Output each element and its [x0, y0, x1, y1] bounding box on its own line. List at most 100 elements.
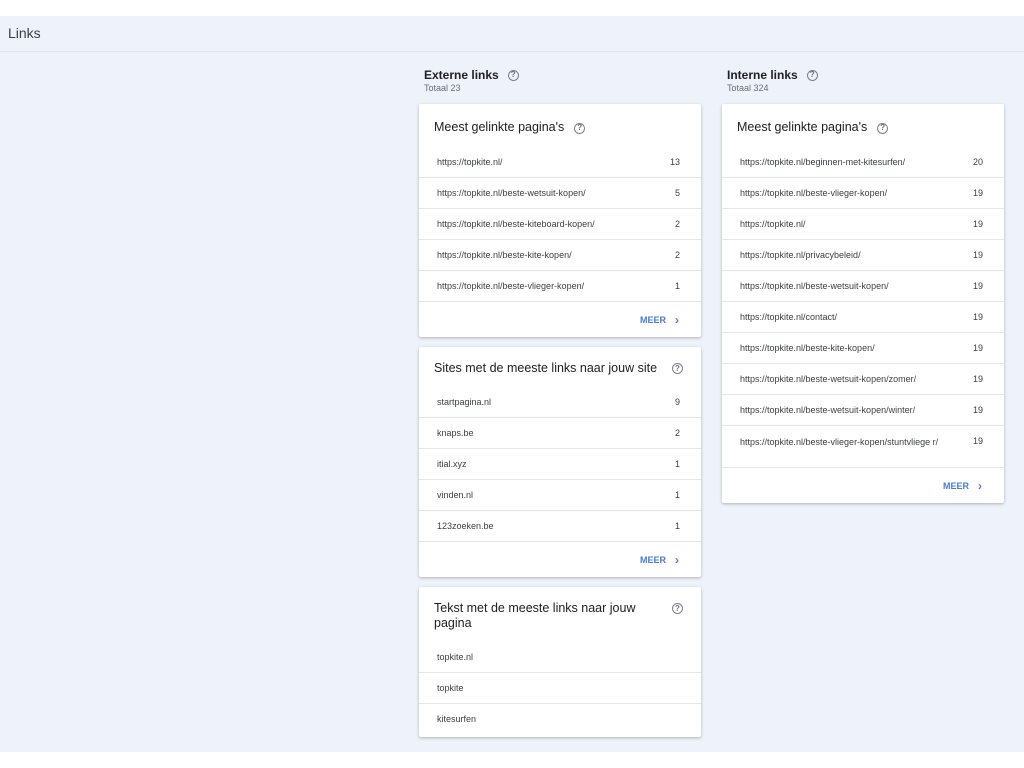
- table-row[interactable]: topkite.nl: [419, 641, 701, 672]
- row-url: https://topkite.nl/: [437, 156, 503, 167]
- row-count: 2: [674, 428, 680, 438]
- row-count: 19: [972, 312, 983, 322]
- table-row[interactable]: https://topkite.nl/beste-wetsuit-kopen/z…: [722, 363, 1004, 394]
- row-count: 2: [674, 219, 680, 229]
- row-url: https://topkite.nl/beste-wetsuit-kopen/z…: [740, 374, 917, 384]
- row-count: 19: [972, 436, 983, 446]
- page-header: Links: [0, 16, 1024, 52]
- row-count: 13: [669, 156, 680, 167]
- row-count: 19: [972, 374, 983, 384]
- row-count: 19: [972, 250, 983, 260]
- row-count: 20: [972, 156, 983, 167]
- table-row[interactable]: https://topkite.nl/beste-vlieger-kopen/1…: [722, 177, 1004, 208]
- row-count: 1: [674, 521, 680, 531]
- help-icon[interactable]: ?: [672, 603, 683, 614]
- row-url: https://topkite.nl/: [740, 219, 806, 229]
- row-url: https://topkite.nl/beste-wetsuit-kopen/: [740, 281, 889, 291]
- row-anchor-text: kitesurfen: [437, 714, 477, 724]
- external-links-total: Totaal 23: [424, 83, 461, 93]
- external-links-title: Externe links: [424, 68, 499, 82]
- row-site: startpagina.nl: [437, 396, 492, 407]
- row-count: 1: [674, 459, 680, 469]
- bottom-strip: [0, 752, 1024, 768]
- more-label: MEER: [639, 554, 666, 565]
- card-title: Sites met de meeste links naar jouw site: [434, 361, 658, 375]
- row-count: 1: [674, 490, 680, 500]
- more-label: MEER: [942, 480, 969, 491]
- card-title: Meest gelinkte pagina's: [737, 120, 868, 134]
- row-url: https://topkite.nl/contact/: [740, 312, 838, 322]
- table-row[interactable]: https://topkite.nl/beste-kite-kopen/2: [419, 239, 701, 270]
- external-links-header: Externe links ? Totaal 23: [419, 68, 701, 104]
- help-icon[interactable]: ?: [877, 122, 889, 134]
- row-count: 19: [972, 219, 983, 229]
- row-url: https://topkite.nl/beste-kiteboard-kopen…: [437, 219, 595, 229]
- external-top-text-card: Tekst met de meeste links naar jouw pagi…: [419, 587, 701, 737]
- row-site: knaps.be: [437, 428, 474, 438]
- card-title: Meest gelinkte pagina's: [434, 120, 565, 134]
- row-url: https://topkite.nl/beste-kite-kopen/: [740, 343, 875, 353]
- row-count: 2: [674, 250, 680, 260]
- row-url: https://topkite.nl/beste-kite-kopen/: [437, 250, 572, 260]
- row-url: https://topkite.nl/beste-wetsuit-kopen/w…: [740, 405, 916, 415]
- more-label: MEER: [639, 314, 666, 325]
- table-row[interactable]: https://topkite.nl/privacybeleid/19: [722, 239, 1004, 270]
- row-url: https://topkite.nl/beste-vlieger-kopen/: [437, 281, 585, 291]
- row-url: https://topkite.nl/privacybeleid/: [740, 250, 861, 260]
- row-site: itial.xyz: [437, 459, 467, 469]
- row-count: 9: [674, 396, 680, 407]
- table-row[interactable]: https://topkite.nl/beste-kite-kopen/19: [722, 332, 1004, 363]
- row-url: https://topkite.nl/beste-wetsuit-kopen/: [437, 188, 586, 198]
- row-anchor-text: topkite: [437, 683, 464, 693]
- internal-top-pages-card: Meest gelinkte pagina's? https://topkite…: [722, 104, 1004, 503]
- more-button[interactable]: MEER ›: [640, 313, 679, 327]
- table-row[interactable]: https://topkite.nl/beste-vlieger-kopen/1: [419, 270, 701, 301]
- table-row[interactable]: kitesurfen: [419, 703, 701, 734]
- internal-links-title: Interne links: [727, 68, 798, 82]
- table-row[interactable]: knaps.be 2: [419, 417, 701, 448]
- table-row[interactable]: https://topkite.nl/contact/19: [722, 301, 1004, 332]
- help-icon[interactable]: ?: [574, 122, 586, 134]
- table-row[interactable]: topkite: [419, 672, 701, 703]
- external-top-sites-card: Sites met de meeste links naar jouw site…: [419, 347, 701, 577]
- more-button[interactable]: MEER ›: [640, 553, 679, 567]
- row-count: 19: [972, 281, 983, 291]
- help-icon[interactable]: ?: [672, 363, 683, 374]
- chevron-right-icon: ›: [675, 312, 679, 327]
- table-row[interactable]: https://topkite.nl/beste-kiteboard-kopen…: [419, 208, 701, 239]
- page-title: Links: [8, 25, 41, 41]
- internal-links-header: Interne links ? Totaal 324: [722, 68, 1004, 104]
- table-row[interactable]: https://topkite.nl/13: [419, 146, 701, 177]
- row-url: https://topkite.nl/beste-vlieger-kopen/s…: [740, 437, 939, 447]
- table-row[interactable]: https://topkite.nl/19: [722, 208, 1004, 239]
- more-button[interactable]: MEER ›: [943, 479, 982, 493]
- row-count: 19: [972, 188, 983, 198]
- table-row[interactable]: https://topkite.nl/beste-wetsuit-kopen/1…: [722, 270, 1004, 301]
- chevron-right-icon: ›: [675, 552, 679, 567]
- help-icon[interactable]: ?: [806, 69, 818, 81]
- row-url: https://topkite.nl/beste-vlieger-kopen/: [740, 188, 888, 198]
- chevron-right-icon: ›: [978, 478, 982, 493]
- row-site: vinden.nl: [437, 490, 474, 500]
- row-site: 123zoeken.be: [437, 521, 494, 531]
- table-row[interactable]: vinden.nl 1: [419, 479, 701, 510]
- card-title: Tekst met de meeste links naar jouw pagi…: [434, 601, 636, 630]
- external-top-pages-card: Meest gelinkte pagina's? https://topkite…: [419, 104, 701, 337]
- row-count: 5: [674, 188, 680, 198]
- internal-links-total: Totaal 324: [727, 83, 769, 93]
- internal-links-column: Interne links ? Totaal 324 Meest gelinkt…: [722, 68, 1004, 513]
- help-icon[interactable]: ?: [507, 69, 519, 81]
- row-count: 19: [972, 405, 983, 415]
- external-links-column: Externe links ? Totaal 23 Meest gelinkte…: [419, 68, 701, 747]
- table-row[interactable]: 123zoeken.be 1: [419, 510, 701, 541]
- table-row[interactable]: https://topkite.nl/beste-vlieger-kopen/s…: [722, 425, 1004, 467]
- table-row[interactable]: startpagina.nl 9: [419, 386, 701, 417]
- row-count: 19: [972, 343, 983, 353]
- table-row[interactable]: https://topkite.nl/beginnen-met-kitesurf…: [722, 146, 1004, 177]
- table-row[interactable]: https://topkite.nl/beste-wetsuit-kopen/w…: [722, 394, 1004, 425]
- row-anchor-text: topkite.nl: [437, 651, 474, 662]
- table-row[interactable]: itial.xyz 1: [419, 448, 701, 479]
- row-url: https://topkite.nl/beginnen-met-kitesurf…: [740, 156, 906, 167]
- row-count: 1: [674, 281, 680, 291]
- table-row[interactable]: https://topkite.nl/beste-wetsuit-kopen/5: [419, 177, 701, 208]
